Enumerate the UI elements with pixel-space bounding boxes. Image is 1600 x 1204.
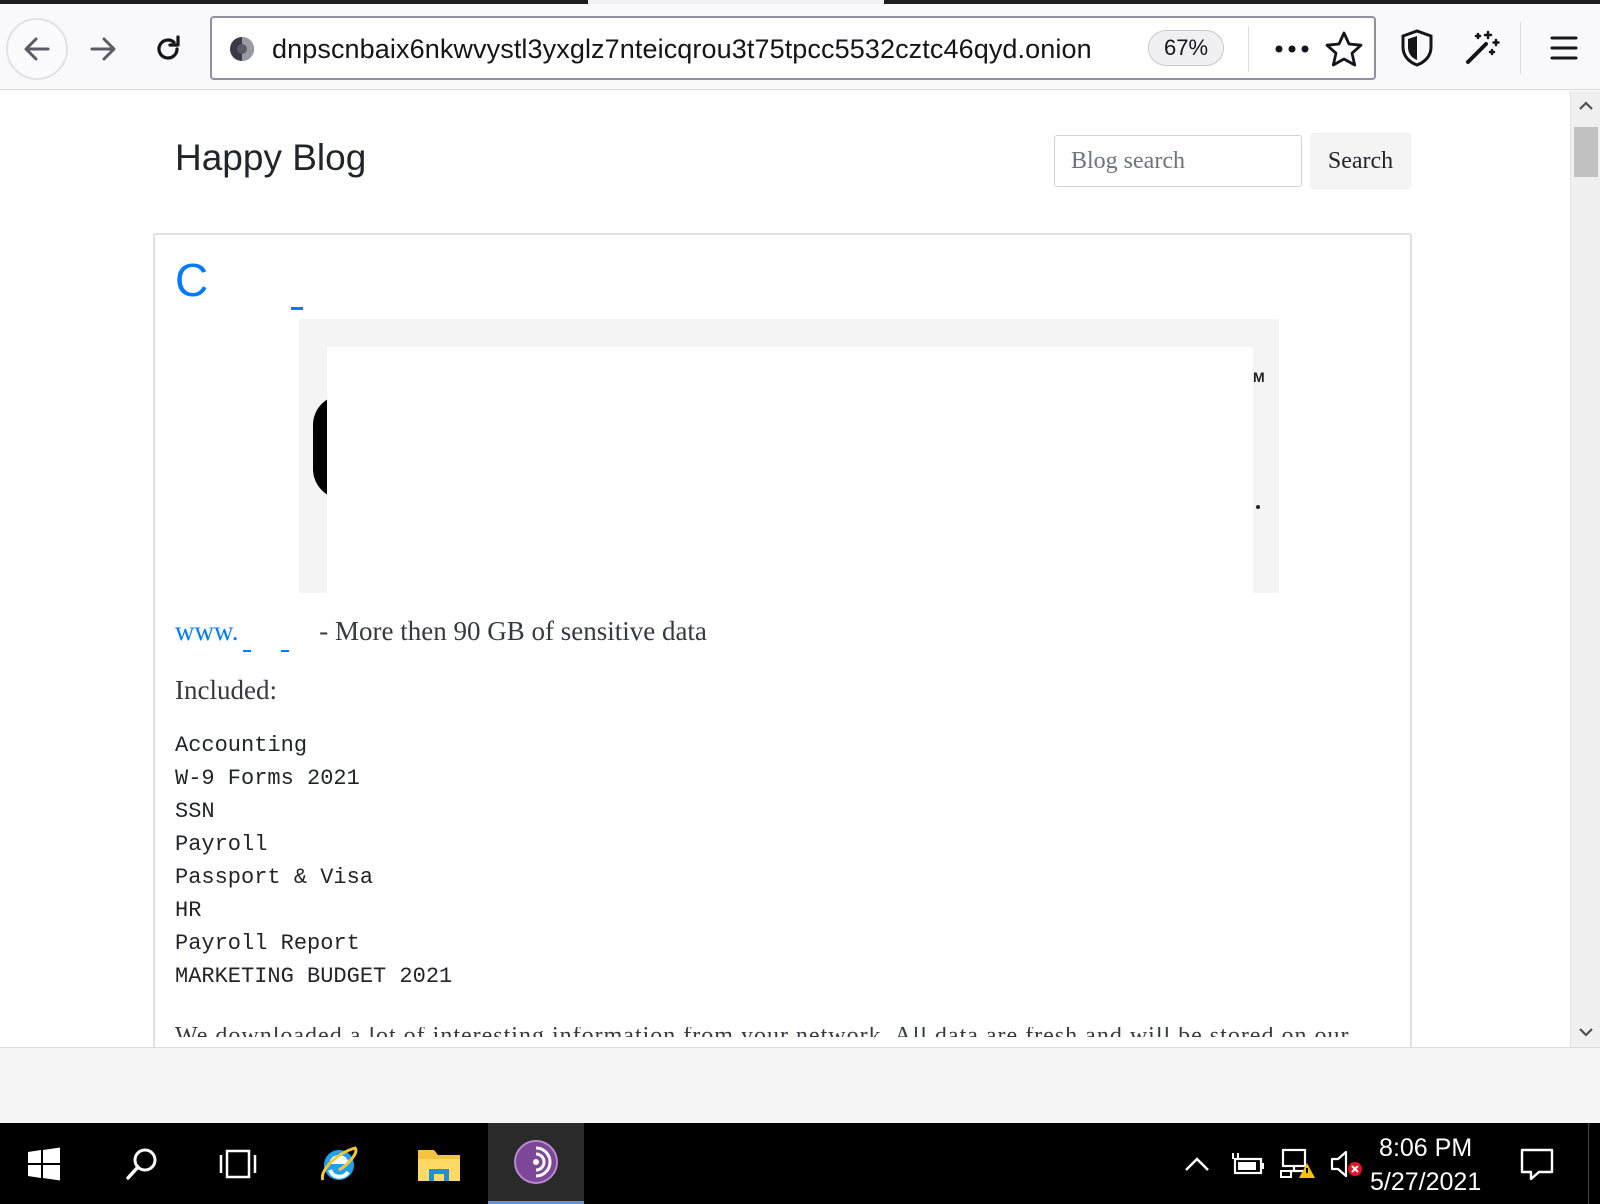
chevron-up-icon — [1185, 1156, 1209, 1171]
chevron-up-icon[interactable] — [1577, 97, 1595, 115]
reload-icon — [157, 35, 180, 60]
post-image: M — [299, 319, 1279, 593]
security-level-button[interactable] — [1395, 26, 1439, 70]
tor-browser-icon — [514, 1140, 558, 1184]
action-center-button[interactable] — [1510, 1123, 1564, 1204]
list-item: HR — [175, 898, 202, 923]
leaked-data-list: Accounting W-9 Forms 2021 SSN Payroll Pa… — [175, 729, 452, 993]
arrow-left-icon — [24, 37, 50, 61]
list-item: Passport & Visa — [175, 865, 374, 890]
start-button[interactable] — [0, 1123, 88, 1204]
redacted-area — [327, 347, 1253, 593]
taskbar-search-button[interactable] — [98, 1123, 186, 1204]
zoom-level-button[interactable]: 67% — [1148, 30, 1224, 66]
magic-wand-icon — [1466, 30, 1500, 64]
post-title-link[interactable]: C — [175, 253, 208, 307]
taskbar-clock[interactable]: 8:06 PM 5/27/2021 — [1370, 1131, 1481, 1199]
post-title-link-underline — [291, 307, 303, 310]
more-horizontal-icon — [1275, 45, 1309, 53]
post-card: C M www. - More then 90 GB of sensitive … — [153, 233, 1412, 1047]
power-status-button[interactable] — [1226, 1123, 1268, 1204]
bookmark-button[interactable] — [1324, 30, 1364, 68]
windows-logo-icon — [28, 1147, 60, 1180]
scrollbar-thumb[interactable] — [1574, 127, 1598, 177]
arrow-right-icon — [90, 37, 116, 61]
volume-button[interactable] — [1326, 1123, 1366, 1204]
back-button[interactable] — [6, 18, 68, 80]
post-data-line: www. - More then 90 GB of sensitive data — [175, 616, 707, 652]
task-view-icon — [219, 1149, 257, 1178]
data-size-text: - More then 90 GB of sensitive data — [312, 616, 707, 646]
hamburger-menu-icon — [1550, 36, 1578, 60]
network-status-button[interactable] — [1276, 1123, 1320, 1204]
show-desktop-button[interactable] — [1588, 1123, 1600, 1204]
chevron-down-icon[interactable] — [1577, 1023, 1595, 1041]
browser-toolbar: dnpscnbaix6nkwvystl3yxglz7nteicqrou3t75t… — [0, 4, 1600, 90]
page-viewport: Happy Blog Search C M www. - More then 9… — [0, 91, 1600, 1047]
blog-search-input[interactable] — [1054, 135, 1302, 187]
show-hidden-icons-button[interactable] — [1178, 1123, 1216, 1204]
clock-date: 5/27/2021 — [1370, 1168, 1482, 1196]
toolbar-separator — [1520, 22, 1521, 74]
list-item: MARKETING BUDGET 2021 — [175, 964, 453, 989]
trademark-fragment: M — [1253, 369, 1265, 385]
file-explorer-button[interactable] — [390, 1123, 488, 1204]
internet-explorer-button[interactable] — [290, 1123, 388, 1204]
list-item: SSN — [175, 799, 215, 824]
clock-time: 8:06 PM — [1379, 1134, 1473, 1162]
application-menu-button[interactable] — [1542, 26, 1586, 70]
shield-icon — [1401, 29, 1433, 67]
list-item: Payroll — [175, 832, 268, 857]
url-text[interactable]: dnpscnbaix6nkwvystl3yxglz7nteicqrou3t75t… — [272, 34, 1092, 65]
notification-icon — [1520, 1148, 1554, 1180]
internet-explorer-icon — [320, 1145, 358, 1181]
folder-icon — [418, 1149, 460, 1181]
image-dot — [1256, 505, 1260, 509]
post-body-partial: We downloaded a lot of interesting infor… — [175, 1027, 1375, 1037]
url-separator — [1248, 26, 1249, 72]
list-item: Accounting — [175, 733, 308, 758]
company-website-link[interactable]: www. — [175, 616, 239, 646]
post-body-text: We downloaded a lot of interesting infor… — [175, 1027, 1375, 1037]
vertical-scrollbar[interactable] — [1570, 91, 1600, 1047]
list-item: W-9 Forms 2021 — [175, 766, 360, 791]
star-icon — [1325, 31, 1363, 67]
network-warning-icon — [1280, 1148, 1315, 1178]
new-identity-button[interactable] — [1460, 26, 1504, 70]
search-icon — [126, 1148, 157, 1180]
included-label: Included: — [175, 675, 277, 705]
browser-bottom-area — [0, 1047, 1600, 1123]
page-actions-button[interactable] — [1268, 32, 1316, 66]
battery-plug-icon — [1232, 1152, 1264, 1174]
blog-title[interactable]: Happy Blog — [175, 137, 366, 179]
forward-button[interactable] — [72, 18, 134, 80]
list-item: Payroll Report — [175, 931, 360, 956]
task-view-button[interactable] — [192, 1123, 284, 1204]
address-bar[interactable]: dnpscnbaix6nkwvystl3yxglz7nteicqrou3t75t… — [210, 16, 1376, 80]
onion-site-icon — [230, 37, 254, 61]
tor-browser-taskbar-button[interactable] — [488, 1123, 584, 1204]
search-button[interactable]: Search — [1310, 133, 1411, 189]
taskbar: 8:06 PM 5/27/2021 — [0, 1123, 1600, 1204]
speaker-muted-icon — [1330, 1150, 1362, 1177]
reload-button[interactable] — [137, 18, 199, 80]
